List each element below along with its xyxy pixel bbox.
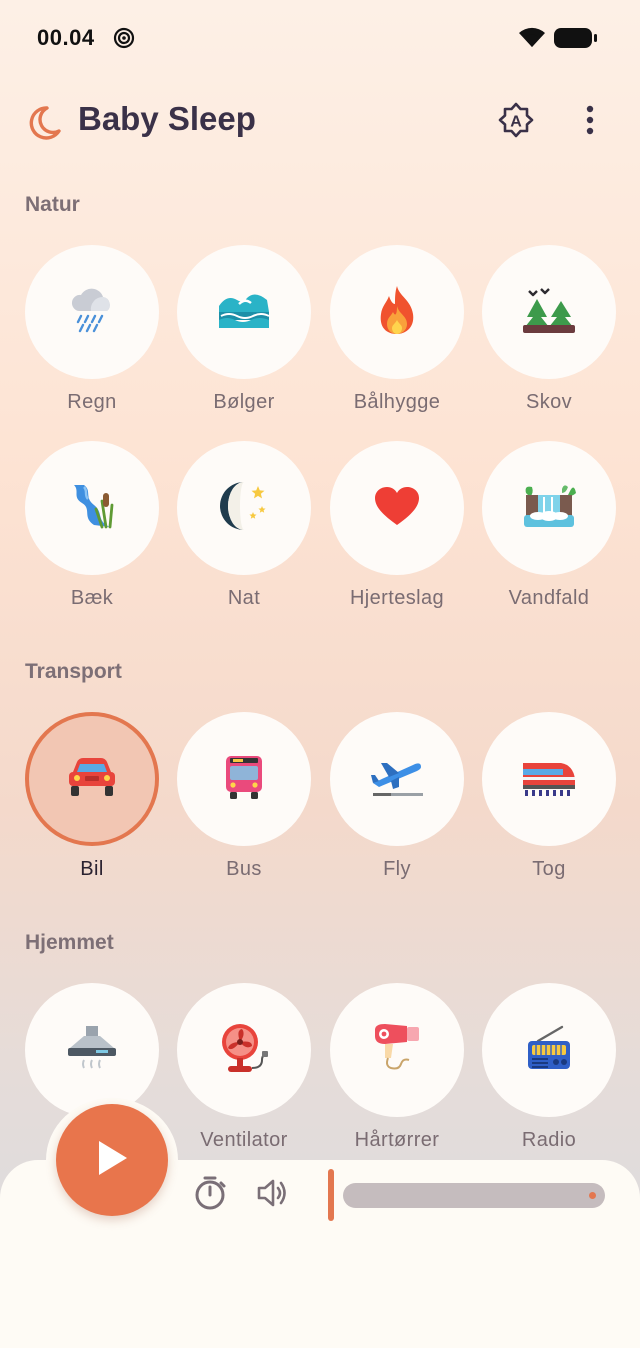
sound-tile-circle[interactable] (25, 712, 159, 846)
svg-text:A: A (510, 113, 522, 130)
play-icon (95, 1139, 129, 1182)
wifi-icon (518, 26, 546, 53)
airplane-icon (369, 755, 425, 804)
more-vert-icon (585, 105, 595, 140)
sound-tile-circle[interactable] (482, 441, 616, 575)
sound-tile-label: Bil (80, 858, 104, 880)
sound-tile-heartbeat[interactable]: Hjerteslag (330, 441, 464, 631)
battery-icon (554, 27, 598, 54)
forest-icon (523, 287, 575, 338)
section-title-transport: Transport (25, 660, 122, 683)
status-time: 00.04 (37, 25, 95, 50)
section-title-home: Hjemmet (25, 931, 114, 954)
sound-tile-circle[interactable] (330, 441, 464, 575)
hair-dryer-icon (371, 1022, 423, 1079)
radio-icon (526, 1025, 572, 1076)
more-options-button[interactable] (568, 100, 612, 144)
car-icon (67, 756, 117, 803)
train-icon (521, 757, 577, 802)
night-moon-icon (218, 480, 270, 537)
app-title: Baby Sleep (78, 100, 256, 137)
extractor-hood-icon (66, 1024, 118, 1077)
timer-button[interactable] (190, 1175, 230, 1215)
sound-tile-circle[interactable] (330, 245, 464, 379)
sound-tile-circle[interactable] (177, 712, 311, 846)
sound-tile-label: Radio (521, 1129, 577, 1151)
sound-tile-forest[interactable]: Skov (482, 245, 616, 435)
sound-tile-label: Ventilator (200, 1129, 288, 1151)
sound-tile-label: Fly (383, 858, 411, 880)
volume-slider-end-dot (589, 1192, 596, 1199)
sound-tile-circle[interactable] (482, 983, 616, 1117)
sound-tile-plane[interactable]: Fly (330, 712, 464, 902)
sound-tile-circle[interactable] (330, 712, 464, 846)
sound-tile-car[interactable]: Bil (25, 712, 159, 902)
sound-tile-train[interactable]: Tog (482, 712, 616, 902)
sound-tile-radio[interactable]: Radio (482, 983, 616, 1173)
sound-tile-circle[interactable] (177, 245, 311, 379)
hotspot-icon (113, 27, 135, 54)
sound-tile-waves[interactable]: Bølger (177, 245, 311, 435)
sound-tile-bus[interactable]: Bus (177, 712, 311, 902)
play-button[interactable] (56, 1104, 168, 1216)
sound-tile-circle[interactable] (177, 441, 311, 575)
waves-icon (217, 290, 271, 335)
rain-cloud-icon (67, 285, 117, 340)
sound-tile-label: Bus (226, 858, 262, 880)
sound-tile-label: Tog (532, 858, 566, 880)
sound-tile-circle[interactable] (25, 245, 159, 379)
sound-tile-night[interactable]: Nat (177, 441, 311, 631)
fire-icon (375, 284, 419, 341)
waterfall-icon (522, 483, 576, 534)
sound-tile-circle[interactable] (177, 983, 311, 1117)
bus-icon (224, 754, 264, 805)
sound-tile-circle[interactable] (482, 712, 616, 846)
sound-tile-label: Bølger (213, 391, 275, 413)
sound-tile-label: Regn (67, 391, 117, 413)
creek-icon (66, 481, 118, 536)
sound-tile-creek[interactable]: Bæk (25, 441, 159, 631)
section-title-nature: Natur (25, 193, 80, 216)
sound-tile-circle[interactable] (25, 441, 159, 575)
sound-tile-waterfall[interactable]: Vandfald (482, 441, 616, 631)
sound-tile-label: Vandfald (508, 587, 590, 609)
status-bar: 00.04 (0, 0, 640, 76)
sound-tile-label: Hårtørrer (354, 1129, 440, 1151)
sound-tile-label: Hjerteslag (349, 587, 445, 609)
moon-icon (25, 104, 63, 147)
sound-tile-rain[interactable]: Regn (25, 245, 159, 435)
sound-tile-circle[interactable] (330, 983, 464, 1117)
fan-icon (218, 1022, 270, 1079)
sound-tile-label: Bæk (70, 587, 114, 609)
timer-icon (193, 1175, 227, 1216)
sound-tile-label: Bålhygge (353, 391, 441, 413)
auto-brightness-icon: A (497, 101, 535, 144)
sound-tile-hair-dryer[interactable]: Hårtørrer (330, 983, 464, 1173)
sound-tile-fan[interactable]: Ventilator (177, 983, 311, 1173)
volume-slider-handle[interactable] (328, 1169, 334, 1221)
heart-icon (373, 485, 421, 532)
sound-tile-campfire[interactable]: Bålhygge (330, 245, 464, 435)
sound-tile-label: Skov (525, 391, 573, 413)
auto-brightness-button[interactable]: A (494, 100, 538, 144)
sound-tile-label: Nat (227, 587, 261, 609)
volume-button[interactable] (252, 1175, 292, 1215)
volume-slider-track[interactable] (343, 1183, 605, 1208)
sound-tile-circle[interactable] (25, 983, 159, 1117)
sound-tile-circle[interactable] (482, 245, 616, 379)
volume-icon (256, 1178, 288, 1213)
app-bar: Baby Sleep A (0, 90, 640, 154)
